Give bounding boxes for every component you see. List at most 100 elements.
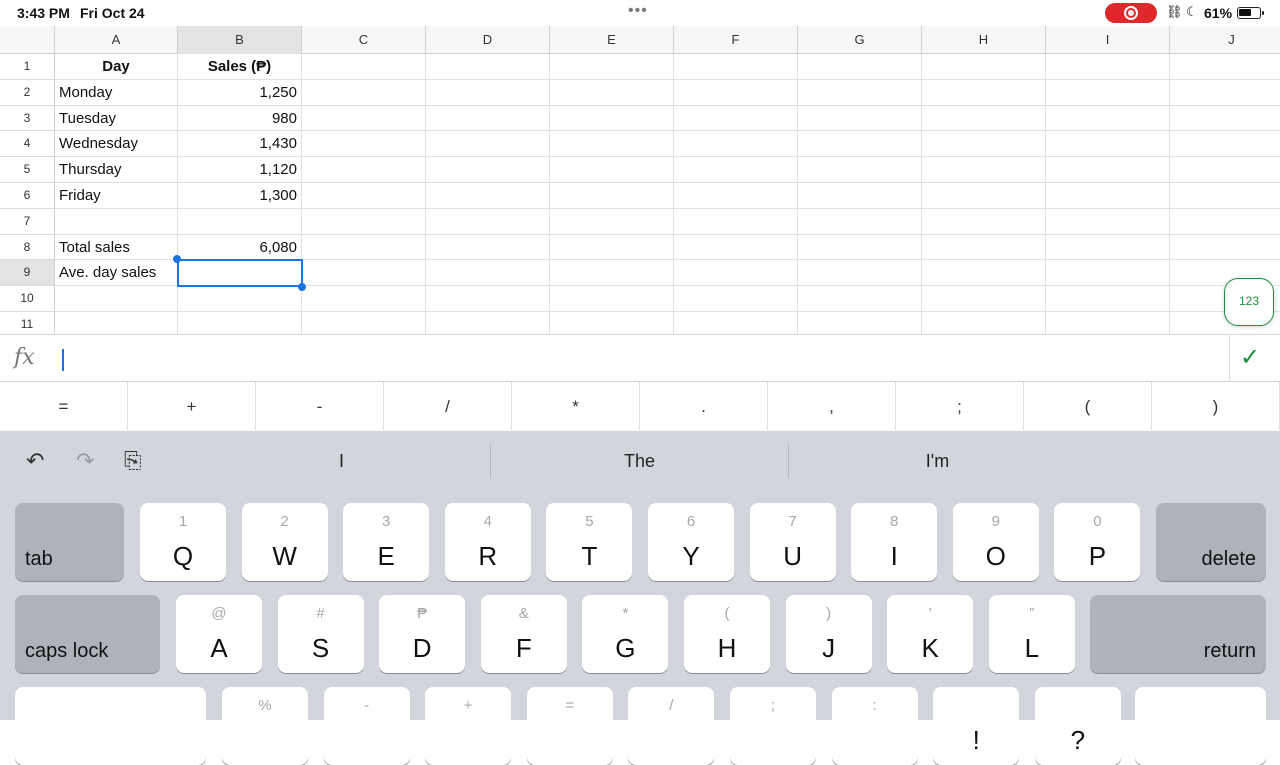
number-format-button[interactable]: 123 xyxy=(1224,278,1274,326)
cell-d6[interactable] xyxy=(426,183,550,209)
row-header-11[interactable]: 11 xyxy=(0,312,55,334)
cell-c5[interactable] xyxy=(302,157,426,183)
key-u[interactable]: 7U xyxy=(749,503,836,581)
suggestion-3[interactable]: I'm xyxy=(789,432,1086,490)
key-k[interactable]: ’ K xyxy=(887,595,974,673)
cell-i5[interactable] xyxy=(1046,157,1170,183)
cell-h1[interactable] xyxy=(922,54,1046,80)
cell-i3[interactable] xyxy=(1046,105,1170,132)
cell-d3[interactable] xyxy=(426,105,550,132)
cell-g9[interactable] xyxy=(798,260,922,287)
key-exclamation[interactable]: ! xyxy=(933,687,1020,765)
cell-c11[interactable] xyxy=(302,312,426,334)
screen-recording-indicator[interactable] xyxy=(1105,3,1157,23)
key-r[interactable]: 4R xyxy=(444,503,531,581)
key-j[interactable]: ) J xyxy=(785,595,872,673)
cell-a5[interactable]: Thursday xyxy=(55,157,178,183)
key-shift-right[interactable] xyxy=(1135,687,1266,765)
cell-a3[interactable]: Tuesday xyxy=(55,105,178,132)
cell-f7[interactable] xyxy=(674,208,798,235)
confirm-check-icon[interactable]: ✓ xyxy=(1240,343,1260,372)
formula-bar[interactable]: fx ✓ xyxy=(0,334,1280,382)
cell-d7[interactable] xyxy=(426,208,550,235)
cell-a4[interactable]: Wednesday xyxy=(55,131,178,158)
cell-f2[interactable] xyxy=(674,79,798,106)
key-f[interactable]: & F xyxy=(480,595,567,673)
selection-handle-bottom-right[interactable] xyxy=(298,283,306,291)
row-header-4[interactable]: 4 xyxy=(0,131,55,158)
row-header-6[interactable]: 6 xyxy=(0,183,55,209)
cell-h2[interactable] xyxy=(922,79,1046,106)
key-a[interactable]: @ A xyxy=(176,595,262,673)
cell-i11[interactable] xyxy=(1046,312,1170,334)
column-header-d[interactable]: D xyxy=(426,26,550,54)
key-row3-1[interactable]: - xyxy=(323,687,410,765)
cell-e3[interactable] xyxy=(550,105,674,132)
cell-c2[interactable] xyxy=(302,79,426,106)
cell-d11[interactable] xyxy=(426,312,550,334)
column-header-e[interactable]: E xyxy=(550,26,674,54)
column-header-a[interactable]: A xyxy=(55,26,178,54)
key-l[interactable]: ” L xyxy=(988,595,1075,673)
cell-f4[interactable] xyxy=(674,131,798,158)
column-header-g[interactable]: G xyxy=(798,26,922,54)
cell-g8[interactable] xyxy=(798,234,922,261)
cell-h3[interactable] xyxy=(922,105,1046,132)
cell-c7[interactable] xyxy=(302,208,426,235)
column-header-h[interactable]: H xyxy=(922,26,1046,54)
key-e[interactable]: 3E xyxy=(343,503,430,581)
key-t[interactable]: 5T xyxy=(546,503,633,581)
cell-a6[interactable]: Friday xyxy=(55,183,178,209)
cell-h6[interactable] xyxy=(922,183,1046,209)
cell-a8[interactable]: Total sales xyxy=(55,234,178,261)
key-o[interactable]: 9O xyxy=(952,503,1039,581)
key-row3-4[interactable]: / xyxy=(628,687,715,765)
cell-a11[interactable] xyxy=(55,312,178,334)
clipboard-icon[interactable]: ⎘ xyxy=(124,448,142,474)
cell-j7[interactable] xyxy=(1170,209,1280,235)
cell-d1[interactable] xyxy=(426,54,550,80)
operator-multiply-button[interactable]: * xyxy=(512,382,640,432)
cell-h10[interactable] xyxy=(922,286,1046,312)
key-question[interactable]: ? xyxy=(1034,687,1121,765)
cell-j3[interactable] xyxy=(1170,106,1280,132)
key-row3-0[interactable]: % xyxy=(222,687,308,765)
operator-equals-button[interactable]: = xyxy=(0,382,128,432)
return-key[interactable]: return xyxy=(1090,595,1266,673)
cell-f9[interactable] xyxy=(674,260,798,287)
spreadsheet-grid[interactable]: A B C D E F G H I J 1 Day Sales (₱) 2 Monday… xyxy=(0,26,1280,334)
cell-f10[interactable] xyxy=(674,286,798,312)
cell-b3[interactable]: 980 xyxy=(178,105,302,132)
row-header-7[interactable]: 7 xyxy=(0,208,55,235)
operator-comma-button[interactable]: , xyxy=(768,382,896,432)
cell-g3[interactable] xyxy=(798,105,922,132)
cell-c9[interactable] xyxy=(302,260,426,287)
cell-g4[interactable] xyxy=(798,131,922,158)
cell-g7[interactable] xyxy=(798,208,922,235)
cell-g5[interactable] xyxy=(798,157,922,183)
key-p[interactable]: 0P xyxy=(1054,503,1141,581)
cell-b2[interactable]: 1,250 xyxy=(178,79,302,106)
row-header-5[interactable]: 5 xyxy=(0,157,55,183)
column-header-i[interactable]: I xyxy=(1046,26,1170,54)
row-header-10[interactable]: 10 xyxy=(0,286,55,312)
key-row3-5[interactable]: ; xyxy=(730,687,816,765)
caps-lock-key[interactable]: caps lock xyxy=(15,595,160,673)
cell-a9[interactable]: Ave. day sales xyxy=(55,260,178,287)
cell-e11[interactable] xyxy=(550,312,674,334)
cell-h4[interactable] xyxy=(922,131,1046,158)
cell-f8[interactable] xyxy=(674,234,798,261)
cell-i9[interactable] xyxy=(1046,260,1170,287)
select-all-corner[interactable] xyxy=(0,26,55,54)
cell-c4[interactable] xyxy=(302,131,426,158)
cell-j8[interactable] xyxy=(1170,235,1280,261)
cell-i4[interactable] xyxy=(1046,131,1170,158)
cell-b10[interactable] xyxy=(178,286,302,312)
cell-b6[interactable]: 1,300 xyxy=(178,183,302,209)
key-d[interactable]: ₱ D xyxy=(379,595,466,673)
selection-handle-top-left[interactable] xyxy=(173,255,181,263)
cell-e9[interactable] xyxy=(550,260,674,287)
row-header-1[interactable]: 1 xyxy=(0,54,55,80)
cell-c3[interactable] xyxy=(302,105,426,132)
cell-i7[interactable] xyxy=(1046,208,1170,235)
